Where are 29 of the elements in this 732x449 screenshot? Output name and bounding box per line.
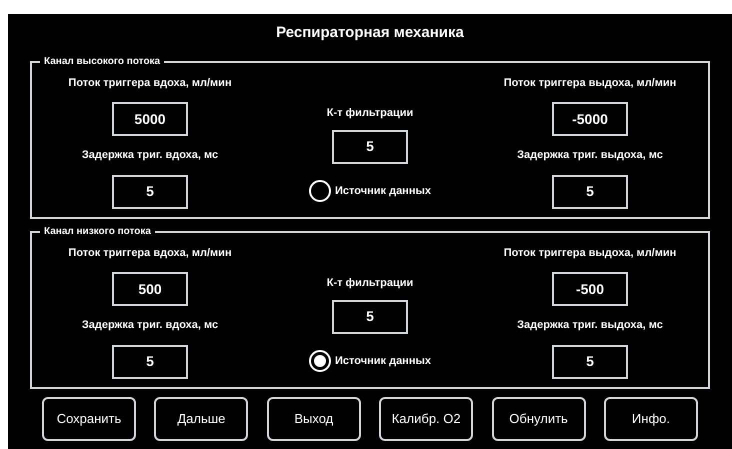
field-label: Задержка триг. выдоха, мс bbox=[517, 318, 663, 333]
action-button[interactable]: Калибр. О2 bbox=[379, 396, 474, 440]
field-label: К-т фильтрации bbox=[326, 106, 414, 122]
action-button[interactable]: Сохранить bbox=[42, 396, 136, 440]
input-field[interactable]: 5 bbox=[332, 130, 408, 164]
input-field[interactable]: 5 bbox=[112, 344, 188, 378]
input-field[interactable]: 5 bbox=[552, 174, 628, 208]
input-field[interactable]: 5 bbox=[332, 300, 408, 334]
screen-title: Респираторная механика bbox=[275, 23, 465, 43]
field-label: Поток триггера вдоха, мл/мин bbox=[68, 246, 232, 260]
field-label: К-т фильтрации bbox=[326, 276, 414, 292]
field-label: Задержка триг. вдоха, мс bbox=[82, 148, 218, 163]
input-field[interactable]: 500 bbox=[112, 272, 188, 306]
radio-button[interactable]: Источник данных bbox=[309, 350, 431, 372]
field-label: Задержка триг. вдоха, мс bbox=[82, 318, 218, 333]
field-label: Поток триггера вдоха, мл/мин bbox=[68, 76, 232, 90]
radio-button[interactable]: Источник данных bbox=[309, 180, 431, 202]
action-button[interactable]: Дальше bbox=[154, 396, 248, 440]
input-field[interactable]: 5 bbox=[112, 174, 188, 208]
field-label: Поток триггера выдоха, мл/мин bbox=[504, 76, 676, 90]
action-button[interactable]: Инфо. bbox=[604, 396, 698, 440]
action-button[interactable]: Выход bbox=[266, 396, 361, 440]
input-field[interactable]: 5000 bbox=[112, 102, 188, 136]
field-label: Поток триггера выдоха, мл/мин bbox=[504, 246, 676, 260]
input-field[interactable]: 5 bbox=[552, 344, 628, 378]
input-field[interactable]: -500 bbox=[552, 272, 628, 306]
action-button[interactable]: Обнулить bbox=[492, 396, 586, 440]
field-label: Задержка триг. выдоха, мс bbox=[517, 148, 663, 163]
input-field[interactable]: -5000 bbox=[552, 102, 628, 136]
